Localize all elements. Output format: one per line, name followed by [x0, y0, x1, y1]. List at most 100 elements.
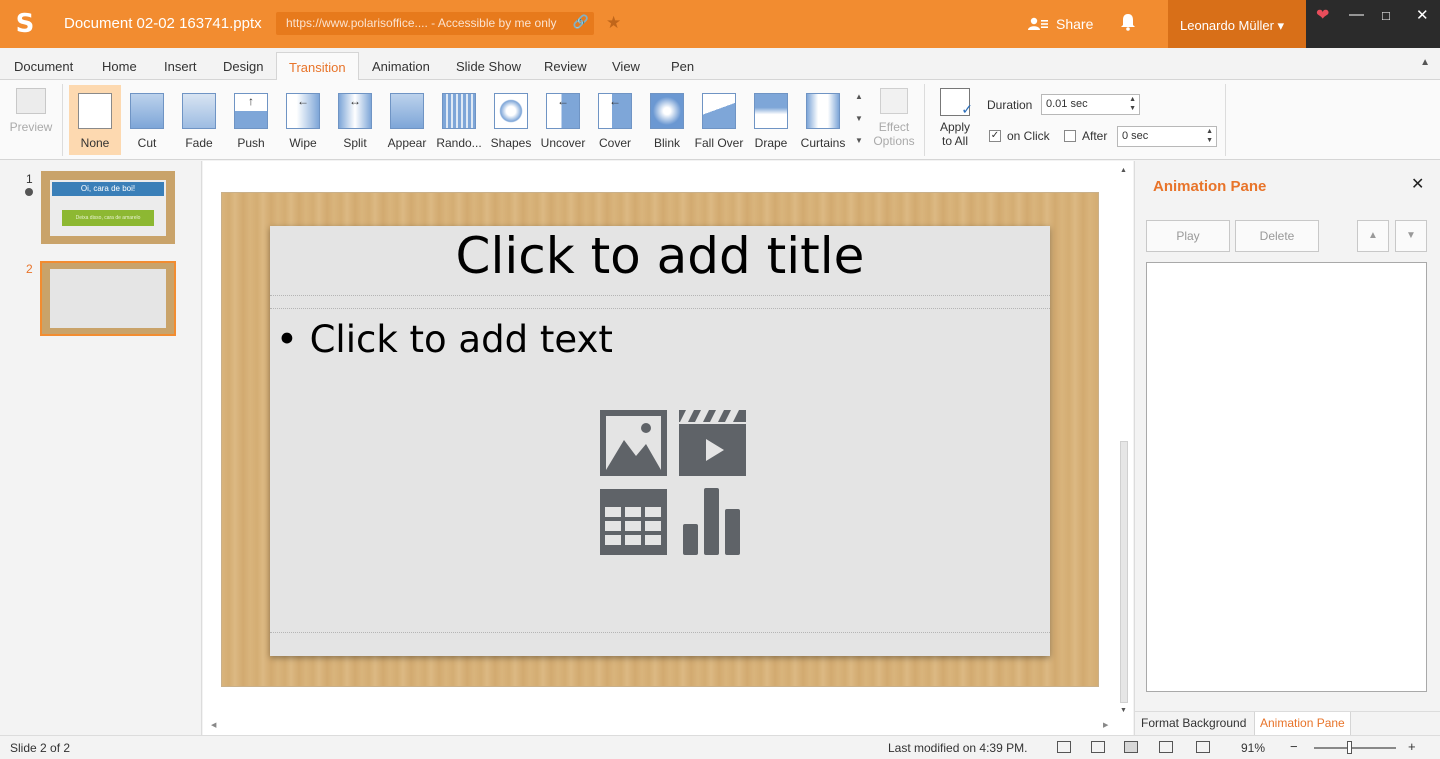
title-placeholder[interactable]: Click to add title [270, 226, 1050, 296]
tab-document[interactable]: Document [14, 59, 73, 74]
tab-animation[interactable]: Animation [372, 59, 430, 74]
transition-blink[interactable]: Blink [641, 85, 693, 155]
apply-to-all-label-1: Apply [939, 120, 971, 134]
title-bar: S Document 02-02 163741.pptx https://www… [0, 0, 1440, 48]
zoom-out-icon[interactable]: − [1290, 739, 1298, 754]
slide-canvas[interactable]: Click to add title • Click to add text [270, 226, 1050, 656]
user-menu[interactable]: Leonardo Müller ▾ [1168, 0, 1306, 48]
slideshow-view-icon[interactable] [1196, 741, 1210, 753]
transition-appear[interactable]: Appear [381, 85, 433, 155]
star-icon[interactable]: ★ [606, 13, 621, 33]
transition-cut[interactable]: Cut [121, 85, 173, 155]
scroll-up-icon[interactable]: ▲ [1120, 167, 1127, 174]
gallery-more-icon[interactable]: ▼ [851, 130, 867, 152]
transition-drape[interactable]: Drape [745, 85, 797, 155]
link-icon[interactable]: 🔗 [572, 14, 590, 32]
transition-fall-over[interactable]: Fall Over [693, 85, 745, 155]
tab-format-background[interactable]: Format Background [1141, 716, 1246, 730]
slide-view-icon[interactable] [1124, 741, 1138, 753]
insert-table-icon[interactable] [600, 489, 667, 555]
transition-random-bars[interactable]: Rando... [433, 85, 485, 155]
after-spinner-icon[interactable]: ▲ ▼ [1206, 127, 1213, 145]
transition-label: Fall Over [694, 136, 744, 150]
normal-view-icon[interactable] [1091, 741, 1105, 753]
thumbnail-canvas: Oi, cara de boi! Deixa disso, cara de am… [50, 180, 166, 236]
content-placeholder-icons [600, 410, 748, 558]
gallery-down-icon[interactable]: ▼ [851, 108, 867, 130]
save-icon[interactable] [1057, 741, 1071, 753]
maximize-icon[interactable]: □ [1382, 8, 1390, 23]
curtains-transition-icon [806, 93, 840, 129]
zoom-slider[interactable] [1314, 747, 1396, 749]
transition-curtains[interactable]: Curtains [797, 85, 849, 155]
collapse-ribbon-icon[interactable]: ▲ [1420, 57, 1430, 68]
tab-home[interactable]: Home [102, 59, 137, 74]
transition-label: Fade [185, 136, 213, 150]
transition-split[interactable]: ↔ Split [329, 85, 381, 155]
transition-ribbon: Preview None Cut Fade ↑ Push ← Wipe ↔ Split… [0, 80, 1440, 160]
tab-review[interactable]: Review [544, 59, 587, 74]
share-button[interactable]: Share [1028, 16, 1093, 32]
move-down-button[interactable]: ▼ [1395, 220, 1427, 252]
zoom-slider-handle[interactable] [1347, 741, 1352, 754]
slide-thumbnail-1[interactable]: Oi, cara de boi! Deixa disso, cara de am… [41, 171, 175, 244]
transition-none[interactable]: None [69, 85, 121, 155]
close-icon[interactable]: ✕ [1411, 174, 1424, 194]
minimize-icon[interactable]: — [1349, 6, 1364, 23]
on-click-checkbox[interactable]: ✓ on Click [989, 129, 1050, 143]
scroll-left-icon[interactable]: ◀ [211, 721, 216, 729]
transition-push[interactable]: ↑ Push [225, 85, 277, 155]
zoom-in-icon[interactable]: + [1408, 739, 1416, 754]
duration-input[interactable]: 0.01 sec ▲ ▼ [1041, 94, 1140, 115]
gallery-up-icon[interactable]: ▲ [851, 86, 867, 108]
transition-fade[interactable]: Fade [173, 85, 225, 155]
on-click-check-box[interactable]: ✓ [989, 130, 1001, 142]
apply-to-all-label-2: to All [941, 134, 968, 148]
heart-icon[interactable]: ❤ [1316, 5, 1329, 25]
after-time-input[interactable]: 0 sec ▲ ▼ [1117, 126, 1217, 147]
app-logo-icon[interactable]: S [10, 9, 40, 39]
effect-options-button[interactable]: Effect Options [872, 86, 916, 156]
after-time-value: 0 sec [1122, 130, 1149, 142]
apply-to-all-button[interactable]: ✓ Apply to All [934, 86, 976, 156]
after-checkbox[interactable]: After [1064, 129, 1107, 143]
scroll-right-icon[interactable]: ▶ [1103, 721, 1108, 729]
uncover-transition-icon: ← [546, 93, 580, 129]
animation-list[interactable] [1146, 262, 1427, 692]
scroll-down-icon[interactable]: ▼ [1120, 707, 1127, 714]
insert-video-icon[interactable] [679, 410, 746, 476]
duration-value: 0.01 sec [1046, 98, 1088, 110]
share-url-box[interactable]: https://www.polarisoffice.... - Accessib… [276, 12, 594, 35]
document-title[interactable]: Document 02-02 163741.pptx [64, 15, 262, 32]
tab-slide-show[interactable]: Slide Show [456, 59, 521, 74]
vertical-scrollbar[interactable]: ▲ ▼ [1118, 165, 1130, 717]
close-window-icon[interactable]: ✕ [1416, 6, 1429, 24]
transition-wipe[interactable]: ← Wipe [277, 85, 329, 155]
sorter-view-icon[interactable] [1159, 741, 1173, 753]
text-placeholder[interactable]: • Click to add text [276, 318, 613, 361]
insert-picture-icon[interactable] [600, 410, 667, 476]
tab-pen[interactable]: Pen [671, 59, 694, 74]
delete-button[interactable]: Delete [1235, 220, 1319, 252]
transition-cover[interactable]: ← Cover [589, 85, 641, 155]
bell-icon[interactable] [1120, 13, 1136, 36]
insert-chart-icon[interactable] [683, 488, 740, 555]
transition-shapes[interactable]: Shapes [485, 85, 537, 155]
gallery-scroll: ▲ ▼ ▼ [851, 86, 867, 154]
move-up-button[interactable]: ▲ [1357, 220, 1389, 252]
slide-thumbnail-2[interactable] [40, 261, 176, 336]
fade-transition-icon [182, 93, 216, 129]
play-button[interactable]: Play [1146, 220, 1230, 252]
duration-spinner-icon[interactable]: ▲ ▼ [1129, 95, 1136, 113]
cover-transition-icon: ← [598, 93, 632, 129]
scrollbar-thumb[interactable] [1120, 441, 1128, 703]
transition-label: Curtains [800, 136, 846, 150]
tab-design[interactable]: Design [223, 59, 263, 74]
tab-animation-pane[interactable]: Animation Pane [1254, 712, 1351, 736]
transition-uncover[interactable]: ← Uncover [537, 85, 589, 155]
tab-insert[interactable]: Insert [164, 59, 197, 74]
tab-view[interactable]: View [612, 59, 640, 74]
tab-transition[interactable]: Transition [276, 52, 359, 81]
after-check-box[interactable] [1064, 130, 1076, 142]
preview-button[interactable]: Preview [8, 86, 54, 150]
